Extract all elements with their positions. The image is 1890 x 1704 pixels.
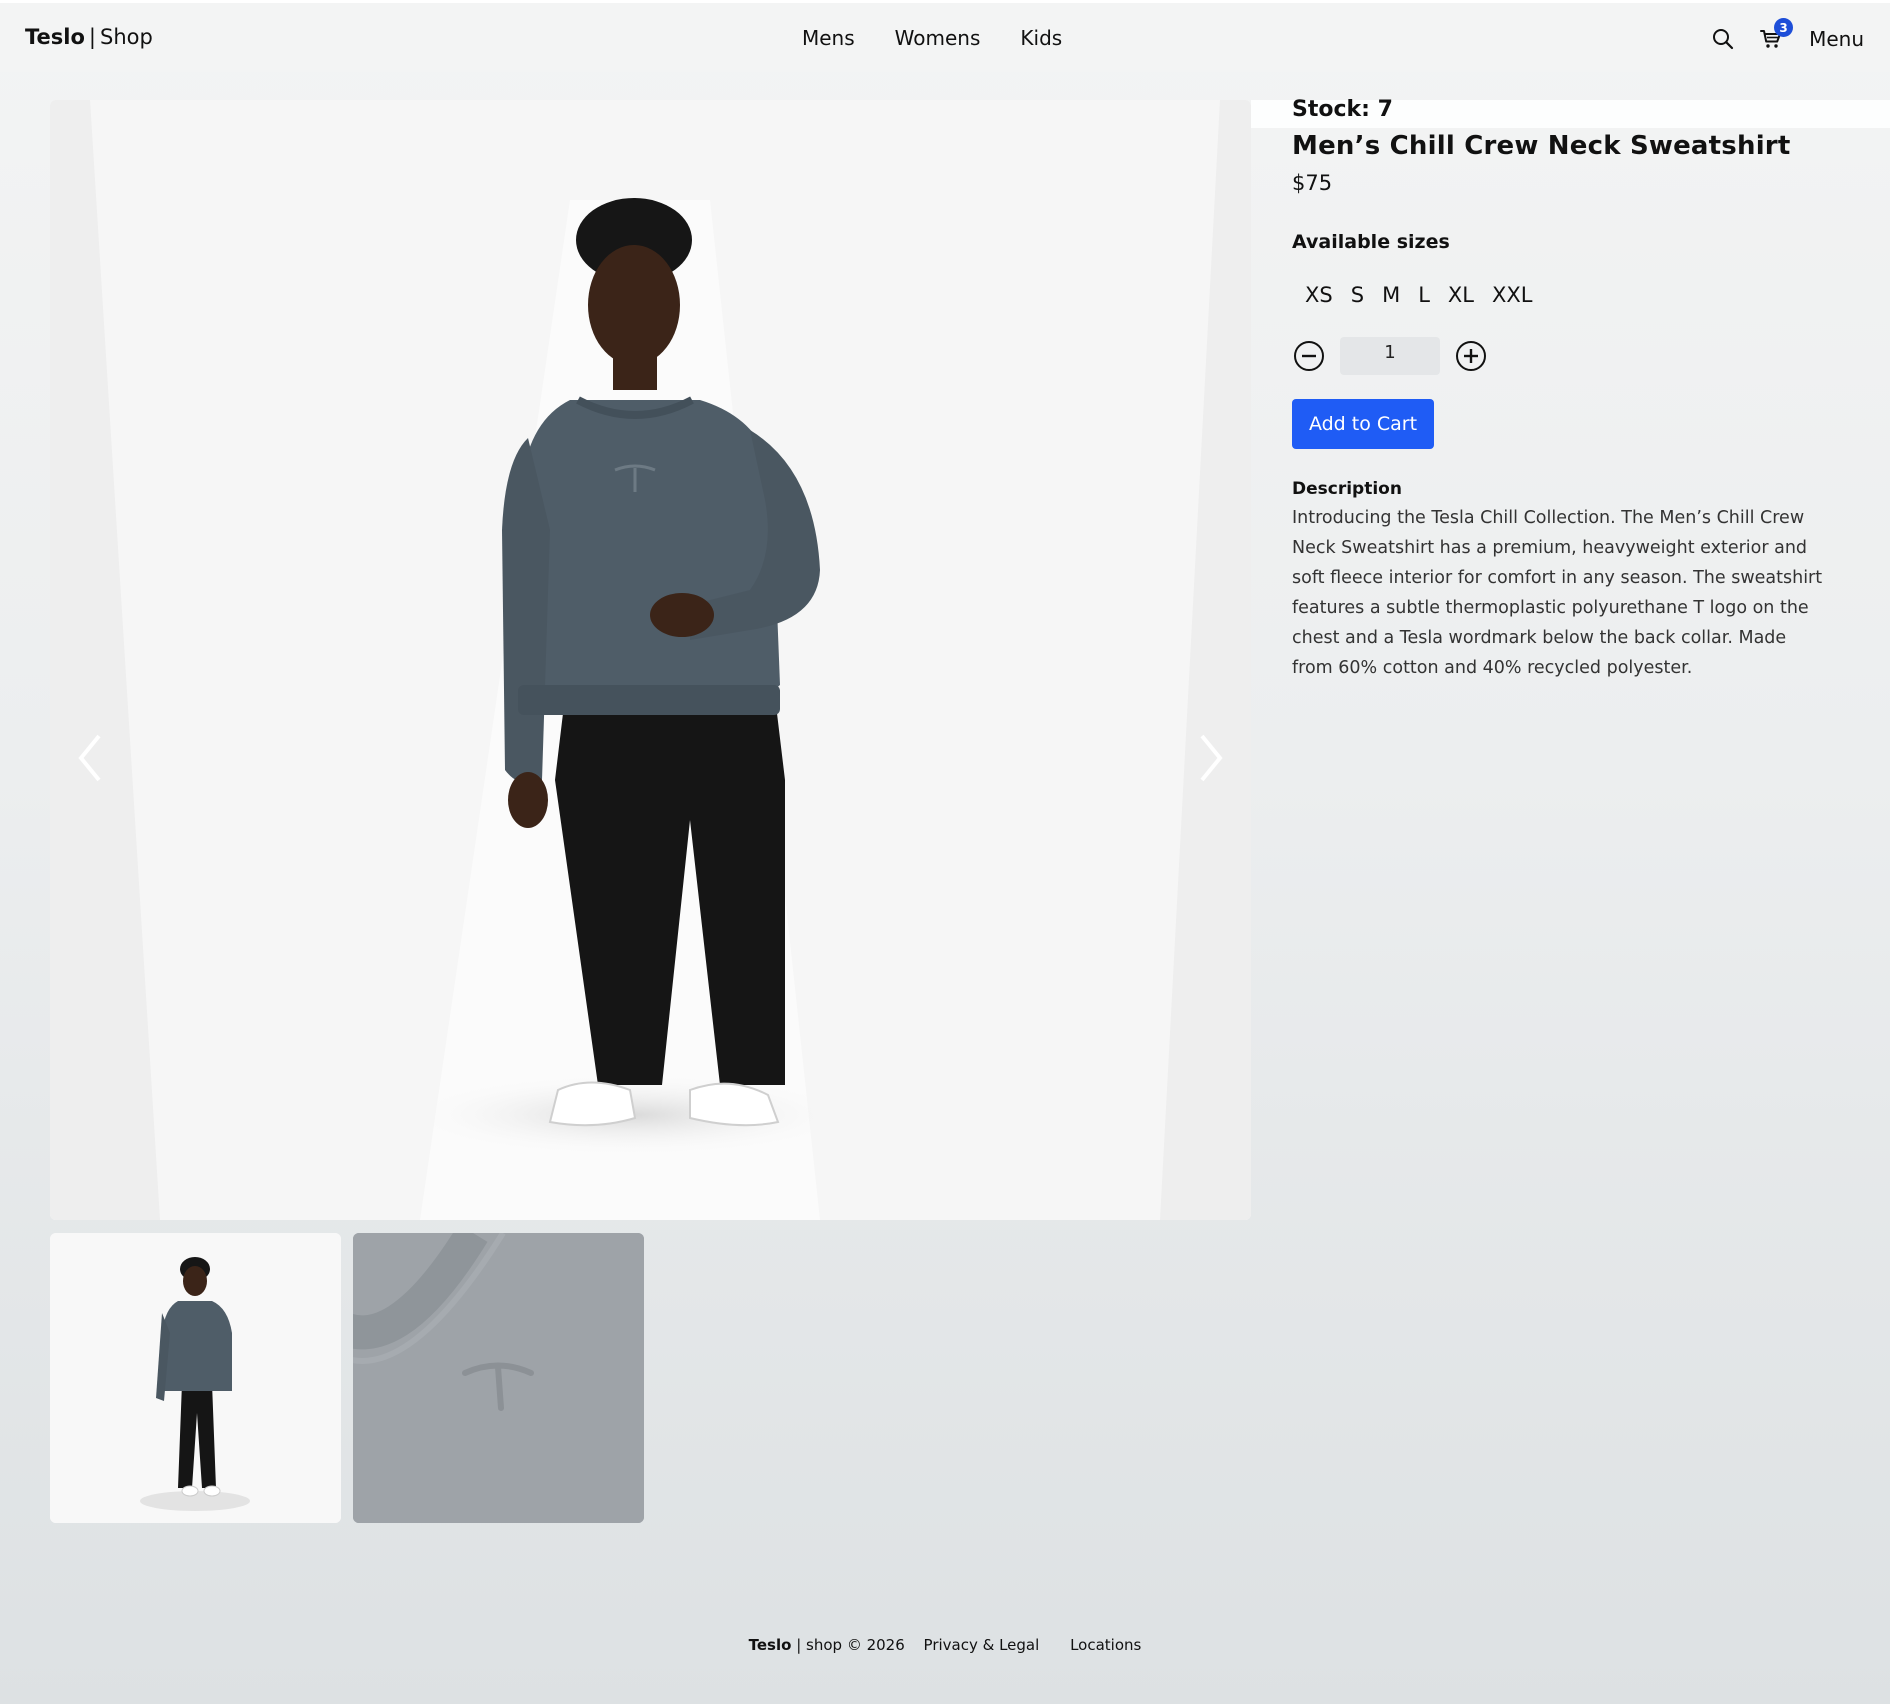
size-option-xxl[interactable]: XXL bbox=[1485, 281, 1539, 309]
stock-label: Stock: 7 bbox=[1292, 97, 1393, 122]
product-description: Introducing the Tesla Chill Collection. … bbox=[1292, 508, 1823, 678]
slider-prev-button[interactable] bbox=[70, 730, 110, 786]
nav-link-mens[interactable]: Mens bbox=[802, 26, 855, 50]
decrease-quantity-button[interactable] bbox=[1292, 339, 1326, 373]
product-title: Men’s Chill Crew Neck Sweatshirt bbox=[1292, 131, 1791, 161]
search-button[interactable] bbox=[1709, 23, 1737, 55]
size-option-xs[interactable]: XS bbox=[1298, 281, 1340, 309]
cart-count-badge: 3 bbox=[1774, 18, 1794, 37]
cart-button[interactable]: 3 bbox=[1757, 18, 1794, 55]
description-label: Description bbox=[1292, 479, 1402, 499]
minus-circle-icon bbox=[1294, 341, 1324, 371]
quantity-stepper: 1 bbox=[1292, 337, 1832, 375]
plus-circle-icon bbox=[1456, 341, 1486, 371]
category-nav: Mens Womens Kids bbox=[802, 26, 1062, 50]
thumbnail-1[interactable] bbox=[50, 1233, 341, 1523]
footer-link-locations[interactable]: Locations bbox=[1070, 1636, 1141, 1654]
search-icon bbox=[1713, 29, 1734, 50]
thumbnail-2[interactable] bbox=[353, 1233, 644, 1523]
footer-link-privacy[interactable]: Privacy & Legal bbox=[924, 1636, 1040, 1654]
slider-next-button[interactable] bbox=[1191, 730, 1231, 786]
nav-link-womens[interactable]: Womens bbox=[895, 26, 981, 50]
size-option-xl[interactable]: XL bbox=[1441, 281, 1481, 309]
add-to-cart-button[interactable]: Add to Cart bbox=[1292, 399, 1434, 449]
header-tools: 3 Menu bbox=[1709, 18, 1864, 59]
increase-quantity-button[interactable] bbox=[1454, 339, 1488, 373]
quantity-value[interactable]: 1 bbox=[1340, 337, 1440, 375]
product-image-slider[interactable] bbox=[50, 100, 1251, 1220]
brand-suffix: Shop bbox=[99, 25, 153, 49]
footer-copyright: | shop © 2026 bbox=[791, 1636, 905, 1654]
product-photo bbox=[50, 100, 1251, 1220]
footer: Teslo | shop © 2026 Privacy & Legal Loca… bbox=[0, 1636, 1890, 1654]
size-option-l[interactable]: L bbox=[1411, 281, 1437, 309]
size-option-m[interactable]: M bbox=[1375, 281, 1407, 309]
nav-link-kids[interactable]: Kids bbox=[1020, 26, 1062, 50]
size-selector: XS S M L XL XXL bbox=[1298, 281, 1832, 309]
product-price: $75 bbox=[1292, 171, 1333, 195]
product-info-panel: Stock: 7 Men’s Chill Crew Neck Sweatshir… bbox=[1292, 97, 1832, 683]
brand-separator: | bbox=[88, 25, 96, 49]
brand-name: Teslo bbox=[25, 25, 85, 49]
available-sizes-label: Available sizes bbox=[1292, 231, 1450, 253]
chevron-left-icon bbox=[78, 734, 101, 782]
thumbnail-photo-model bbox=[50, 1233, 341, 1523]
thumbnail-photo-logo-closeup bbox=[353, 1233, 644, 1523]
chevron-right-icon bbox=[1200, 734, 1223, 782]
top-navbar: Teslo | Shop Mens Womens Kids 3 Menu bbox=[0, 0, 1890, 72]
footer-brand: Teslo bbox=[748, 1636, 792, 1654]
size-option-s[interactable]: S bbox=[1344, 281, 1371, 309]
brand-logo[interactable]: Teslo | Shop bbox=[25, 25, 153, 49]
menu-button[interactable]: Menu bbox=[1809, 27, 1864, 51]
